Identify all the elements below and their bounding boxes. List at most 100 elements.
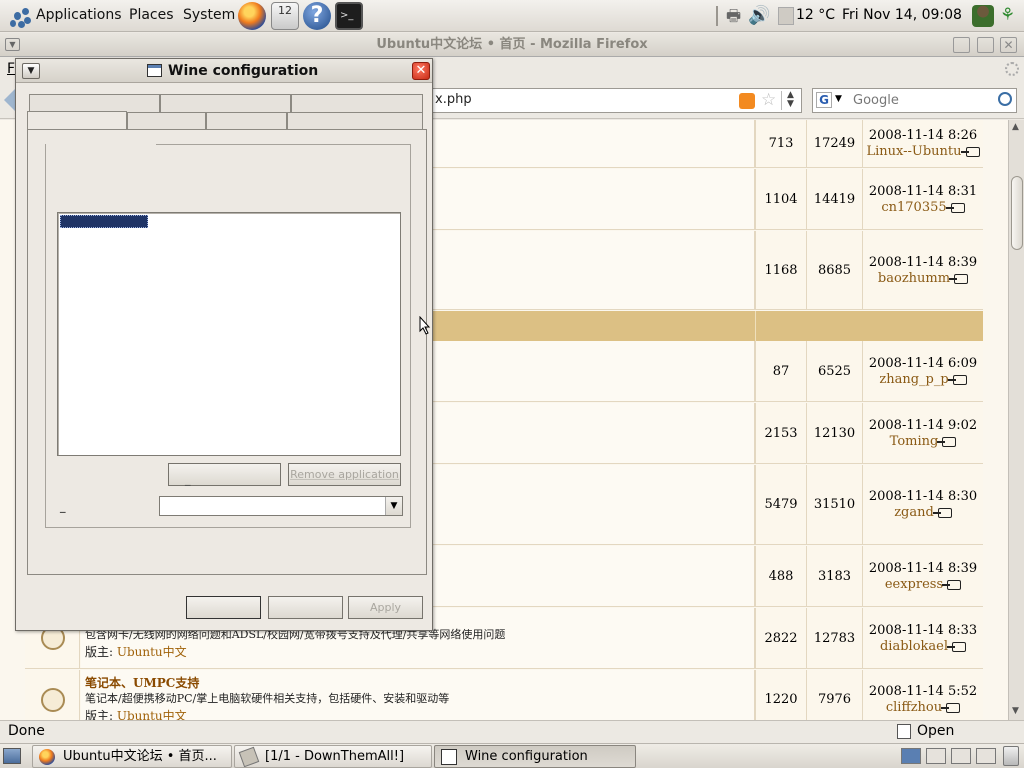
task-wine-configuration[interactable]: Wine configuration — [434, 745, 636, 768]
windows-version-select[interactable]: ▼ — [159, 496, 403, 516]
topics-count: 2153 — [764, 426, 798, 441]
task-downthemall[interactable]: [1/1 - DownThemAll!] — [234, 745, 432, 768]
calendar-mail-launcher-icon[interactable]: 12 — [271, 2, 299, 30]
topics-count: 1168 — [764, 263, 798, 278]
column-divider — [862, 341, 863, 401]
search-bar[interactable]: G ▼ Google — [812, 88, 1017, 113]
last-post-user[interactable]: eexpress — [863, 577, 983, 593]
moderator-link[interactable]: Ubuntu中文 — [117, 645, 187, 659]
last-post-user[interactable]: cliffzhou — [863, 700, 983, 716]
goto-last-post-icon[interactable] — [947, 374, 967, 385]
column-divider — [806, 231, 807, 309]
goto-last-post-icon[interactable] — [945, 202, 965, 213]
ok-button[interactable] — [186, 596, 261, 619]
application-list-selected-item[interactable] — [60, 215, 148, 228]
menu-places[interactable]: Places — [129, 0, 174, 32]
tab-7[interactable] — [287, 112, 423, 130]
last-post-date: 2008-11-14 8:30 — [868, 489, 978, 504]
notebook-icon[interactable] — [897, 724, 911, 739]
firefox-window-menu-icon[interactable]: ▼ — [5, 38, 20, 51]
goto-last-post-icon[interactable] — [942, 579, 962, 590]
wine-titlebar[interactable]: ▼ Wine configuration ✕ — [16, 59, 432, 83]
last-post-user[interactable]: Toming — [863, 434, 983, 450]
bookmark-star-icon[interactable]: ☆ — [761, 90, 776, 110]
last-post-user[interactable]: diablokael — [863, 639, 983, 655]
workspace-4[interactable] — [976, 748, 996, 764]
terminal-launcher-icon[interactable]: >_ — [335, 2, 363, 30]
last-post-user[interactable]: cn170355 — [863, 200, 983, 216]
menu-file[interactable]: F — [7, 61, 15, 77]
remove-application-button[interactable]: Remove application — [288, 463, 401, 486]
menu-applications[interactable]: Applications — [36, 0, 122, 32]
goto-last-post-icon[interactable] — [949, 273, 969, 284]
workspace-3[interactable] — [951, 748, 971, 764]
topics-count: 2822 — [764, 631, 798, 646]
add-button-label: _ — [185, 473, 191, 486]
goto-last-post-icon[interactable] — [941, 702, 961, 713]
goto-last-post-icon[interactable] — [947, 641, 966, 652]
download-icon — [238, 746, 260, 767]
ubuntu-foot-icon[interactable] — [4, 2, 32, 30]
tab-6[interactable] — [206, 112, 287, 130]
column-divider — [806, 670, 807, 720]
users-icon[interactable] — [972, 5, 994, 27]
firefox-launcher-icon[interactable] — [238, 2, 266, 30]
page-scrollbar[interactable]: ▲ ▼ — [1008, 120, 1024, 720]
last-post-date: 2008-11-14 8:33 — [868, 623, 978, 638]
search-icon[interactable] — [998, 92, 1012, 106]
workspace-2[interactable] — [926, 748, 946, 764]
network-icon[interactable]: ⚘ — [1000, 0, 1015, 32]
engine-dropdown-icon[interactable]: ▼ — [835, 94, 842, 104]
help-launcher-icon[interactable]: ? — [303, 2, 331, 30]
last-post-date: 2008-11-14 8:39 — [868, 255, 978, 270]
tab-2[interactable] — [160, 94, 291, 112]
last-post-user[interactable]: baozhumm — [863, 271, 983, 287]
trash-icon[interactable] — [1003, 746, 1019, 766]
forum-info-cell: 笔记本、UMPC支持 笔记本/超便携移动PC/掌上电脑软硬件相关支持，包括硬件、安… — [81, 670, 755, 720]
menu-system[interactable]: System — [183, 0, 235, 32]
google-engine-icon[interactable]: G — [816, 92, 832, 108]
apply-button[interactable]: Apply — [348, 596, 423, 619]
last-post-user[interactable]: zgand — [863, 505, 983, 521]
scrollbar-thumb[interactable] — [1011, 176, 1023, 250]
moderator-link[interactable]: Ubuntu中文 — [117, 709, 187, 720]
column-divider — [806, 546, 807, 606]
goto-last-post-icon[interactable] — [960, 146, 980, 157]
application-list[interactable] — [57, 212, 401, 456]
window-menu-icon[interactable]: ▼ — [22, 63, 40, 79]
clock[interactable]: Fri Nov 14, 09:08 — [842, 0, 962, 32]
last-post-date: 2008-11-14 8:26 — [868, 128, 978, 143]
rss-feed-icon[interactable] — [739, 93, 755, 109]
last-post-user[interactable]: Linux--Ubuntu — [863, 144, 983, 160]
cancel-button[interactable] — [268, 596, 343, 619]
forum-title-link[interactable]: 笔记本、UMPC支持 — [85, 674, 199, 691]
url-history-dropdown-icon[interactable]: ▲ ▼ — [781, 91, 799, 110]
scroll-down-icon[interactable]: ▼ — [1012, 706, 1019, 716]
wine-window-icon — [147, 64, 162, 77]
goto-last-post-icon[interactable] — [937, 436, 957, 447]
chevron-down-icon[interactable]: ▼ — [385, 497, 402, 515]
bottom-panel: Ubuntu中文论坛 • 首页... [1/1 - DownThemAll!] … — [0, 743, 1024, 768]
forum-description: 笔记本/超便携移动PC/掌上电脑软硬件相关支持，包括硬件、安装和驱动等 — [85, 692, 450, 705]
close-icon[interactable]: ✕ — [412, 62, 430, 80]
minimize-icon[interactable] — [953, 37, 970, 53]
close-icon[interactable]: ✕ — [1000, 37, 1017, 53]
weather-icon[interactable] — [778, 7, 794, 25]
volume-icon[interactable]: 🔊 — [748, 0, 770, 32]
maximize-icon[interactable] — [977, 37, 994, 53]
tab-1[interactable] — [29, 94, 160, 112]
posts-count: 31510 — [813, 497, 856, 512]
add-application-button[interactable]: _ — [168, 463, 281, 486]
temperature[interactable]: 12 °C — [796, 0, 835, 32]
tab-5[interactable] — [127, 112, 206, 130]
workspace-1[interactable] — [901, 748, 921, 764]
printer-icon[interactable]: 🖶 — [726, 0, 741, 32]
last-post-user[interactable]: zhang_p_p — [863, 372, 983, 388]
goto-last-post-icon[interactable] — [932, 507, 952, 518]
task-firefox[interactable]: Ubuntu中文论坛 • 首页... — [32, 745, 232, 768]
show-desktop-icon[interactable] — [3, 748, 21, 764]
tab-applications[interactable] — [27, 111, 127, 130]
tab-3[interactable] — [291, 94, 423, 112]
scroll-up-icon[interactable]: ▲ — [1012, 122, 1019, 132]
url-bar[interactable]: x.php ☆ ▲ ▼ — [430, 88, 802, 113]
